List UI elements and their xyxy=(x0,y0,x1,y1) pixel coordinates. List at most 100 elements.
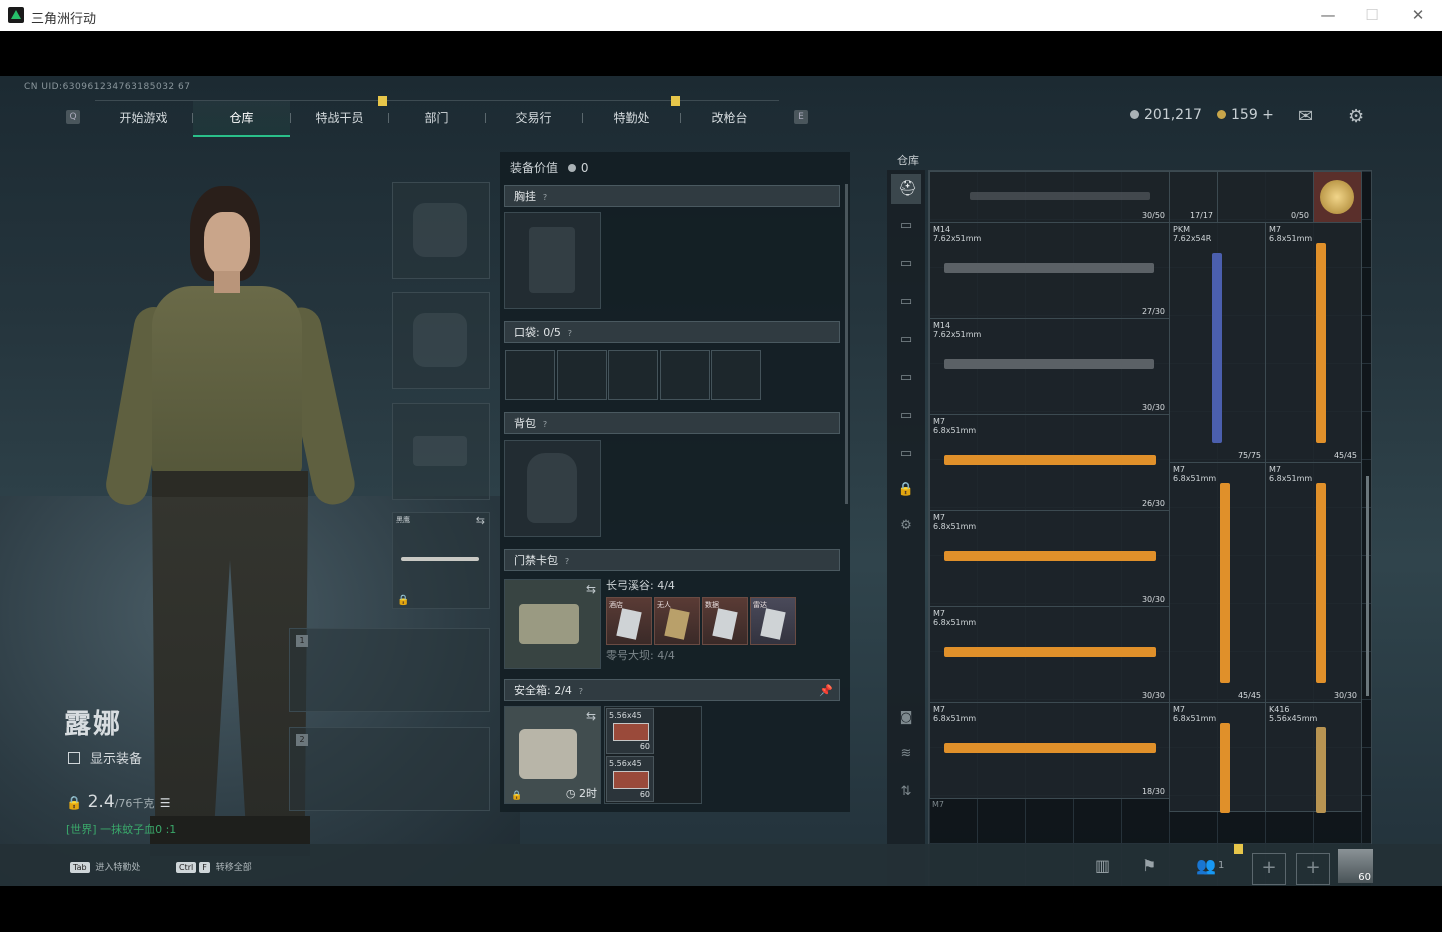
help-icon[interactable]: ? xyxy=(540,193,550,203)
premium-balance[interactable]: 159 + xyxy=(1217,107,1274,123)
category-lock-icon[interactable]: 🔒 xyxy=(895,482,917,498)
warehouse-item[interactable] xyxy=(1313,171,1362,223)
item-count: 17/17 xyxy=(1189,211,1213,220)
safebox-slot[interactable]: ⇆ 🔒 ◷ 2时 xyxy=(504,706,601,804)
sort-icon[interactable]: ⇅ xyxy=(895,784,917,800)
category-all-selected[interactable]: ⛑ xyxy=(891,174,921,204)
category-rifle-icon[interactable]: ▭ xyxy=(895,218,917,234)
uid-label: CN UID:630961234763185032 67 xyxy=(24,82,191,92)
pin-icon[interactable]: 📌 xyxy=(819,680,833,702)
keycard-icon xyxy=(616,608,642,640)
ammo-box-icon xyxy=(613,771,649,789)
armor-slot[interactable] xyxy=(392,292,490,389)
list-icon[interactable]: ☰ xyxy=(160,796,171,810)
invite-slot-button[interactable]: + xyxy=(1296,853,1330,885)
category-ammo-icon[interactable]: ▭ xyxy=(895,408,917,424)
flag-icon[interactable]: ⚑ xyxy=(1142,856,1156,875)
tab-warehouse[interactable]: 仓库 xyxy=(193,101,290,137)
warehouse-item[interactable]: M14 7.62x51mm 30/30 xyxy=(929,318,1170,415)
warehouse-scrollbar[interactable] xyxy=(1366,476,1369,696)
warehouse-item[interactable]: M7 6.8x51mm 18/30 xyxy=(929,702,1170,799)
squad-icon[interactable]: 👥 xyxy=(1196,856,1216,875)
stats-icon[interactable]: ▥ xyxy=(1095,856,1110,875)
category-person-icon[interactable]: ◙ xyxy=(895,710,917,726)
tab-gunsmith[interactable]: 改枪台 xyxy=(681,101,778,135)
category-medical-icon[interactable]: ▭ xyxy=(895,446,917,462)
category-backpack-icon[interactable]: ▭ xyxy=(895,294,917,310)
tab-start-game[interactable]: 开始游戏 xyxy=(95,101,192,135)
layers-icon[interactable]: ≋ xyxy=(895,746,917,762)
pocket-slot[interactable] xyxy=(557,350,607,400)
warehouse-item[interactable]: 17/17 xyxy=(1169,171,1218,223)
help-icon[interactable]: ? xyxy=(565,329,575,339)
item-caliber: 7.62x54R xyxy=(1173,234,1212,243)
gear-icon[interactable]: ⚙ xyxy=(1348,106,1364,127)
warehouse-item[interactable]: M7 6.8x51mm 30/30 xyxy=(929,606,1170,703)
warehouse-item[interactable]: M14 7.62x51mm 27/30 xyxy=(929,222,1170,319)
warehouse-item[interactable]: M7 6.8x51mm 45/45 xyxy=(1265,222,1362,463)
minimize-icon[interactable]: — xyxy=(1318,6,1338,24)
mail-icon[interactable]: ✉ xyxy=(1298,106,1313,127)
hint-transfer-all[interactable]: Ctrl F 转移全部 xyxy=(176,860,252,873)
hint-special-ops[interactable]: Tab 进入特勤处 xyxy=(70,860,140,873)
maximize-icon[interactable]: ☐ xyxy=(1362,6,1382,24)
swap-icon[interactable]: ⇆ xyxy=(476,514,485,527)
tab-special-ops[interactable]: 特勤处 xyxy=(583,101,680,135)
pocket-slot[interactable] xyxy=(711,350,761,400)
warehouse-item[interactable]: M7 6.8x51mm 30/30 xyxy=(929,510,1170,607)
warehouse-item[interactable]: 0/50 xyxy=(1217,171,1314,223)
melee-slot[interactable]: 黑鹰 ⇆ 🔒 xyxy=(392,512,490,609)
keycard-item[interactable]: 酒店 xyxy=(606,597,652,645)
show-equipment-toggle[interactable]: 显示装备 xyxy=(68,748,142,767)
warehouse-item[interactable]: M7 6.8x51mm 30/30 xyxy=(1265,462,1362,703)
keycard-item[interactable]: 数据 xyxy=(702,597,748,645)
pocket-slot[interactable] xyxy=(505,350,555,400)
item-name: M7 xyxy=(1269,465,1281,474)
helmet-slot[interactable] xyxy=(392,182,490,279)
warehouse-item[interactable]: PKM 7.62x54R 75/75 xyxy=(1169,222,1266,463)
secondary-weapon-slot[interactable]: 2 xyxy=(289,727,490,811)
warehouse-item[interactable]: M7 6.8x51mm xyxy=(1169,702,1266,813)
item-label: M7 6.8x51mm xyxy=(933,609,976,627)
item-caliber: 6.8x51mm xyxy=(1269,234,1313,243)
keycard-case-slot[interactable]: ⇆ xyxy=(504,579,601,669)
avatar[interactable]: 60 xyxy=(1338,849,1373,883)
pistol-slot[interactable] xyxy=(392,403,490,500)
close-icon[interactable]: ✕ xyxy=(1408,6,1428,24)
warehouse-item[interactable]: M7 6.8x51mm 45/45 xyxy=(1169,462,1266,703)
item-count: 18/30 xyxy=(1141,787,1165,796)
tab-department[interactable]: 部门 xyxy=(388,101,485,135)
keycard-item[interactable]: 雷达 xyxy=(750,597,796,645)
warehouse-item[interactable]: K416 5.56x45mm xyxy=(1265,702,1362,813)
checkbox[interactable] xyxy=(68,752,80,764)
invite-slot-button[interactable]: + xyxy=(1252,853,1286,885)
chest-rig-slot[interactable] xyxy=(504,212,601,309)
category-gear-icon[interactable]: ⚙ xyxy=(895,518,917,534)
category-armor-icon[interactable]: ▭ xyxy=(895,256,917,272)
help-icon[interactable]: ? xyxy=(562,557,572,567)
pocket-slot[interactable] xyxy=(608,350,658,400)
helmet-category-icon: ⛑ xyxy=(898,179,918,197)
backpack-slot[interactable] xyxy=(504,440,601,537)
warehouse-item[interactable]: M7 6.8x51mm 26/30 xyxy=(929,414,1170,511)
tab-trading[interactable]: 交易行 xyxy=(485,101,582,135)
pocket-slot[interactable] xyxy=(660,350,710,400)
keycard-item[interactable]: 无人 xyxy=(654,597,700,645)
item-label: M7 6.8x51mm xyxy=(933,513,976,531)
equipment-scrollbar[interactable] xyxy=(845,184,848,504)
category-helmet-icon[interactable]: ▭ xyxy=(895,370,917,386)
help-icon[interactable]: ? xyxy=(540,420,550,430)
warehouse-item[interactable]: 30/50 xyxy=(929,171,1170,223)
ammo-item[interactable]: 5.56x45 60 xyxy=(606,708,654,754)
category-rig-icon[interactable]: ▭ xyxy=(895,332,917,348)
swap-icon[interactable]: ⇆ xyxy=(586,709,596,723)
primary-weapon-slot[interactable]: 1 xyxy=(289,628,490,712)
help-icon[interactable]: ? xyxy=(576,687,586,697)
ammo-item[interactable]: 5.56x45 60 xyxy=(606,756,654,802)
tab-operators[interactable]: 特战干员 xyxy=(291,101,388,135)
item-label: M7 6.8x51mm xyxy=(933,417,976,435)
chat-message[interactable]: [世界] 一抹蚊子血0 :1 xyxy=(66,821,176,837)
key-hint-e: E xyxy=(794,110,808,124)
swap-icon[interactable]: ⇆ xyxy=(586,582,596,596)
item-name: M7 xyxy=(933,417,945,426)
